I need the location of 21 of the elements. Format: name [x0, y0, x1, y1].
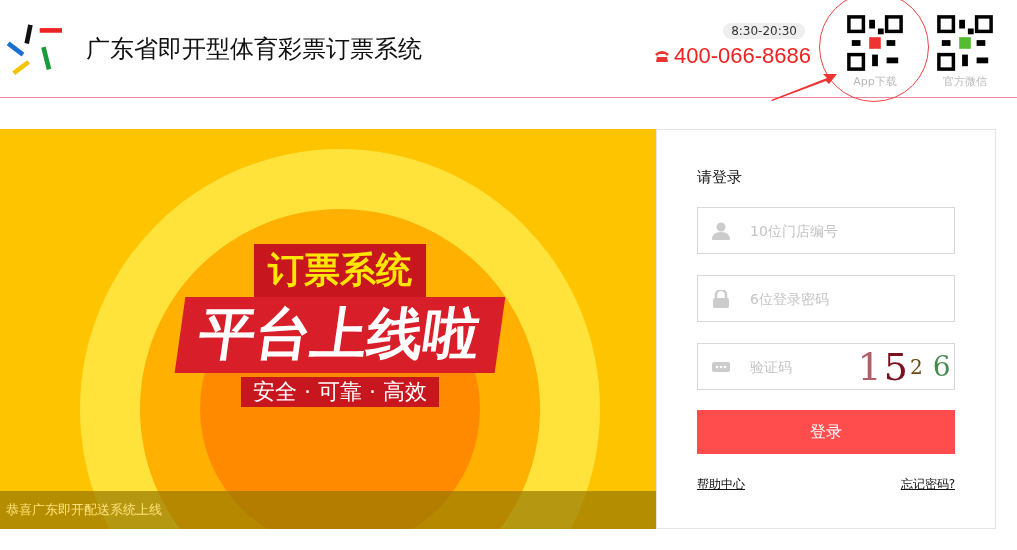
hotline-number: 400-066-8686: [674, 42, 811, 69]
text-link[interactable]: 帮助中心: [697, 476, 745, 493]
banner-headline: 订票系统: [254, 244, 426, 297]
login-field[interactable]: 6位登录密码: [697, 275, 955, 322]
annotation-arrow: [769, 72, 839, 102]
service-hours: 8:30-20:30: [723, 22, 805, 39]
banner-slogan: 平台上线啦: [174, 297, 506, 373]
text-link[interactable]: 忘记密码?: [900, 476, 955, 493]
phone-icon: [654, 48, 670, 63]
qr-code-icon[interactable]: [846, 14, 904, 72]
text-input[interactable]: 验证码: [750, 344, 854, 389]
login-title: 请登录: [697, 168, 743, 187]
banner-caption: 恭喜广东即开配送系统上线: [6, 501, 162, 519]
text-input[interactable]: 6位登录密码: [750, 276, 954, 321]
qr-code-icon[interactable]: [936, 14, 994, 72]
qr-caption: 官方微信: [943, 74, 987, 89]
qr-caption: App下载: [853, 74, 897, 89]
lock-icon: [712, 289, 730, 308]
banner-tagline: 安全 · 可靠 · 高效: [241, 377, 439, 407]
user-icon: [712, 221, 730, 240]
site-title: 广东省即开型体育彩票订票系统: [86, 33, 422, 65]
